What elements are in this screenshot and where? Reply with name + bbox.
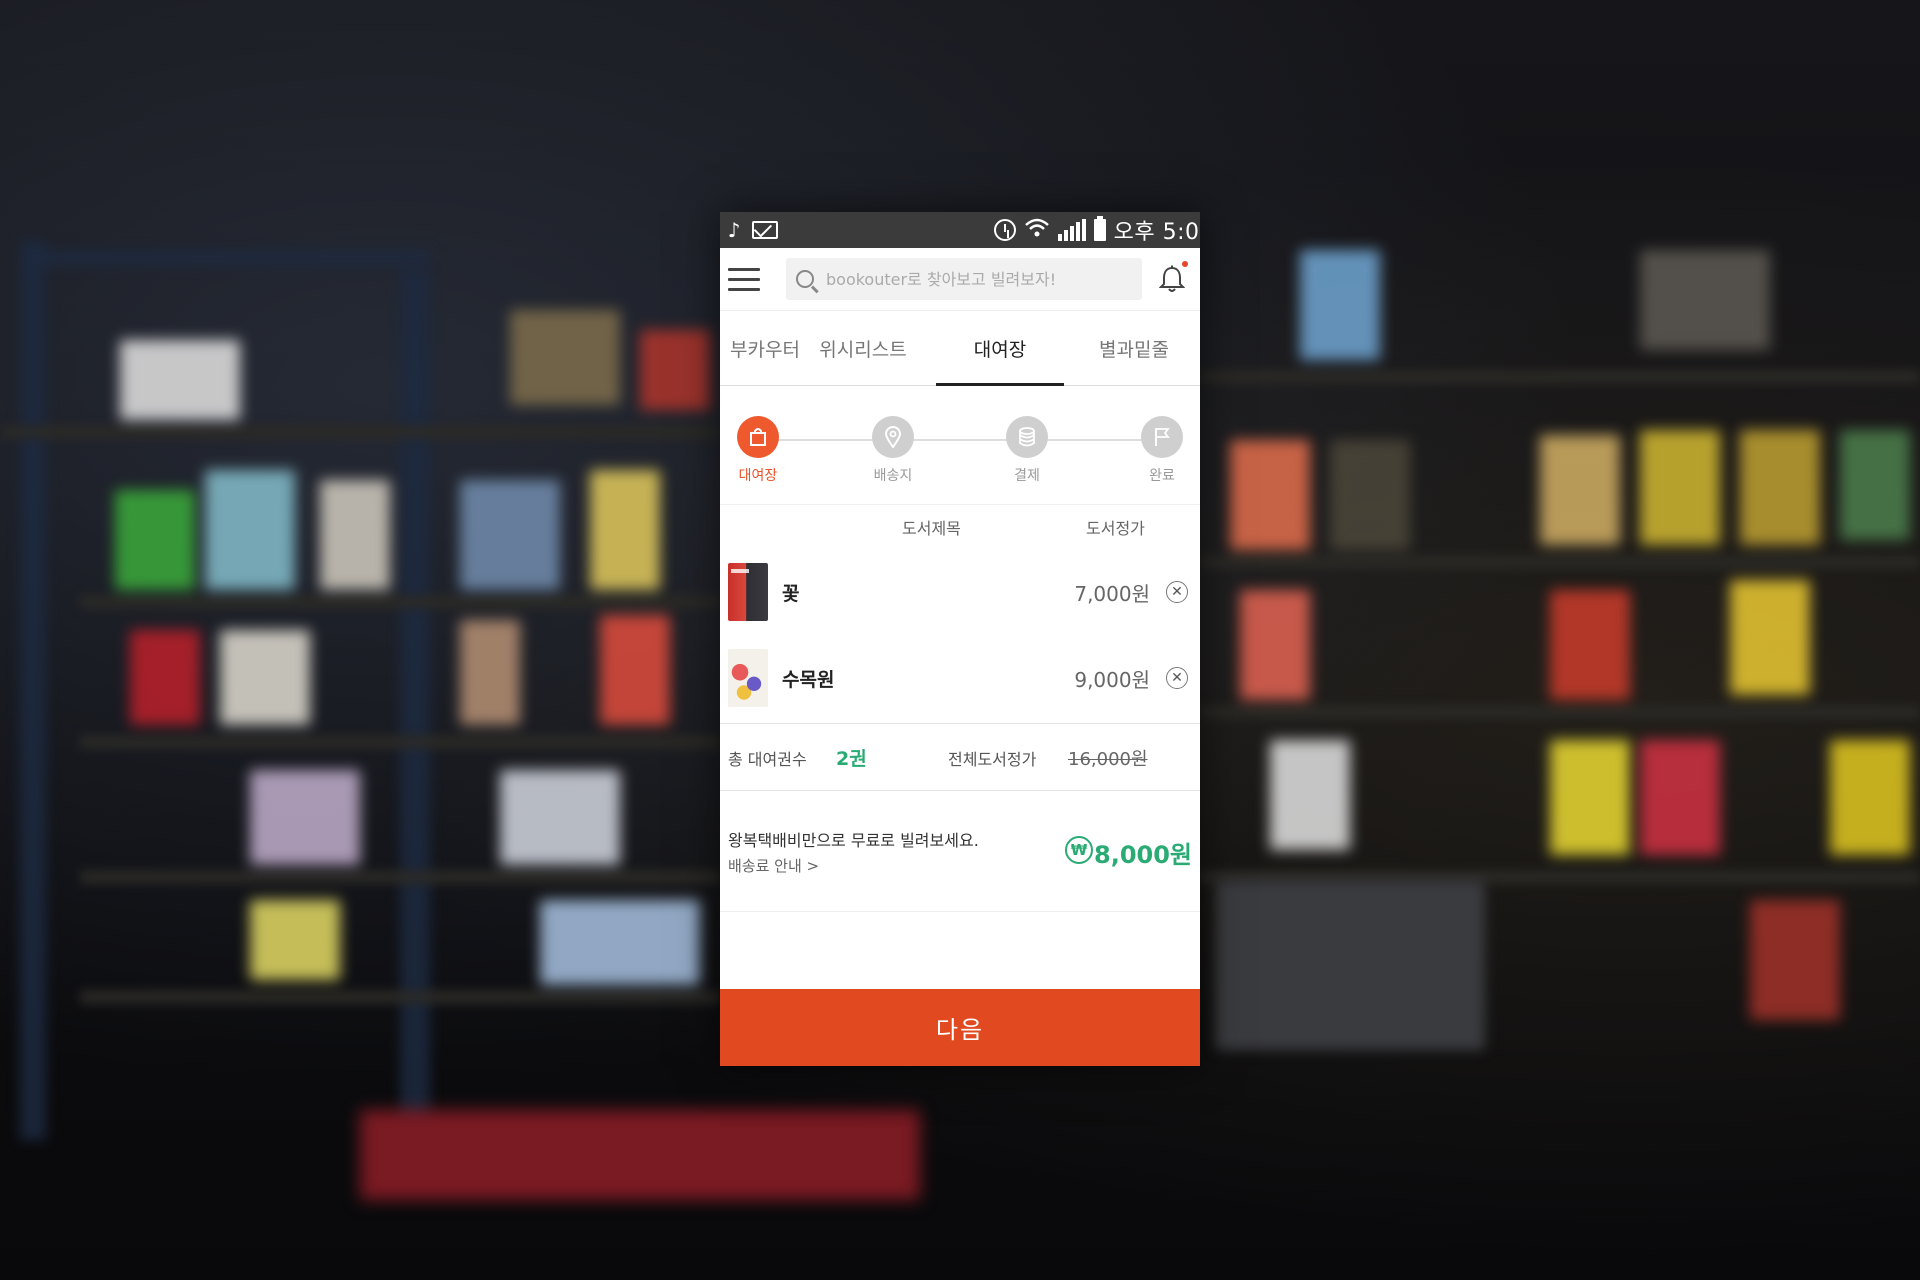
shopping-bag-icon bbox=[737, 416, 779, 458]
shipping-price: 8,000원 bbox=[1094, 841, 1192, 869]
count-value: 2권 bbox=[836, 748, 867, 770]
book-title: 꽃 bbox=[782, 582, 800, 605]
checkout-progress: 대여장 배송지 결제 완료 bbox=[720, 386, 1200, 505]
list-item: 수목원 9,000원 ✕ bbox=[720, 635, 1200, 721]
flag-icon bbox=[1141, 416, 1183, 458]
price-column-header: 도서정가 bbox=[1086, 519, 1145, 538]
tab-wishlist[interactable]: 위시리스트 bbox=[810, 311, 916, 385]
status-bar: ♪ 오후 5:03 bbox=[720, 212, 1200, 248]
shipping-info-link[interactable]: 배송료 안내 > bbox=[728, 855, 819, 876]
title-column-header: 도서제목 bbox=[902, 519, 961, 538]
location-pin-icon bbox=[872, 416, 914, 458]
step-address: 배송지 bbox=[853, 416, 933, 485]
main-tabs: 부카우터 위시리스트 대여장 별과밑줄 bbox=[720, 311, 1200, 386]
search-icon bbox=[796, 270, 814, 288]
mail-icon bbox=[752, 221, 778, 239]
shipping-info: 왕복택배비만으로 무료로 빌려보세요. 배송료 안내 > ₩ 8,000원 bbox=[720, 791, 1200, 912]
battery-icon bbox=[1093, 216, 1106, 241]
step-rental-list: 대여장 bbox=[720, 416, 798, 485]
step-payment: 결제 bbox=[987, 416, 1067, 485]
list-item: 꽃 7,000원 ✕ bbox=[720, 549, 1200, 635]
signal-icon bbox=[1057, 219, 1086, 241]
book-cover bbox=[728, 649, 768, 707]
menu-icon[interactable] bbox=[728, 262, 762, 296]
remove-book-button[interactable]: ✕ bbox=[1166, 667, 1188, 689]
book-list-header: 도서제목 도서정가 bbox=[720, 505, 1200, 549]
music-note-icon: ♪ bbox=[727, 218, 741, 242]
total-price-label: 전체도서정가 bbox=[948, 750, 1037, 769]
book-price: 9,000원 bbox=[1074, 667, 1150, 692]
shipping-message: 왕복택배비만으로 무료로 빌려보세요. bbox=[728, 831, 979, 850]
tab-bookouter[interactable]: 부카우터 bbox=[720, 311, 810, 385]
progress-line bbox=[758, 439, 1162, 441]
book-cover bbox=[728, 563, 768, 621]
rental-summary: 총 대여권수 2권 전체도서정가 16,000원 bbox=[720, 723, 1200, 791]
phone-screen: ♪ 오후 5:03 bbox=[720, 212, 1200, 1066]
count-label: 총 대여권수 bbox=[728, 750, 807, 769]
tab-stars-underline[interactable]: 별과밑줄 bbox=[1074, 311, 1194, 385]
coin-stack-icon bbox=[1006, 416, 1048, 458]
notification-button[interactable] bbox=[1152, 259, 1192, 299]
app-header bbox=[720, 248, 1200, 311]
step-complete: 완료 bbox=[1122, 416, 1200, 485]
total-price-value: 16,000원 bbox=[1068, 749, 1148, 770]
wifi-icon bbox=[1024, 216, 1050, 244]
tab-rental-list[interactable]: 대여장 bbox=[936, 311, 1064, 386]
book-title: 수목원 bbox=[782, 668, 835, 691]
won-currency-icon: ₩ bbox=[1065, 836, 1093, 864]
next-button[interactable]: 다음 bbox=[720, 989, 1200, 1066]
search-bar[interactable] bbox=[786, 258, 1142, 300]
remove-book-button[interactable]: ✕ bbox=[1166, 581, 1188, 603]
alarm-icon bbox=[993, 219, 1016, 241]
book-price: 7,000원 bbox=[1074, 581, 1150, 606]
notification-badge bbox=[1182, 261, 1188, 267]
status-time: 오후 5:03 bbox=[1113, 220, 1200, 245]
search-input[interactable] bbox=[824, 268, 1132, 290]
bell-icon bbox=[1159, 265, 1185, 292]
